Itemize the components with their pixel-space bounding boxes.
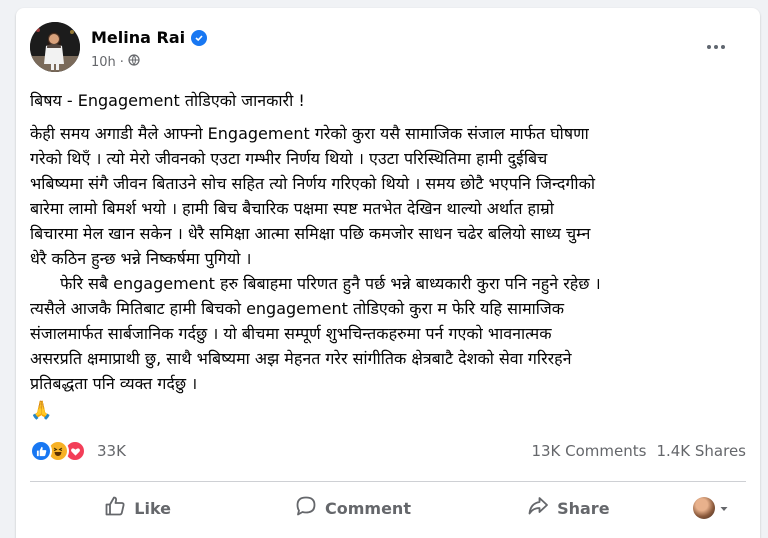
meta-separator: ·	[119, 54, 124, 70]
praying-hands-emoji: 🙏	[30, 400, 53, 421]
thumbs-up-icon	[104, 495, 126, 521]
post-header: Melina Rai 10h ·	[30, 22, 746, 78]
post-line: धेरै कठिन हुन्छ भन्ने निष्कर्षमा पुगियो …	[30, 249, 252, 268]
like-button[interactable]: Like	[30, 488, 245, 528]
comment-button[interactable]: Comment	[245, 488, 460, 528]
post-line: त्यसैले आजकै मितिबाट हामी बिचको engageme…	[30, 299, 565, 318]
comment-label: Comment	[325, 498, 411, 518]
post-line: फेरि सबै engagement हरु बिबाहमा परिणत हु…	[60, 274, 601, 293]
post-line: भबिष्यमा संगै जीवन बिताउने सोच सहित त्यो…	[30, 174, 596, 193]
stats-divider	[30, 481, 746, 482]
share-button[interactable]: Share	[461, 488, 676, 528]
verified-badge-icon	[191, 29, 208, 46]
viewer-avatar	[692, 497, 715, 519]
post-line: प्रतिबद्धता पनि व्यक्त गर्दछु ।	[30, 374, 198, 393]
like-label: Like	[134, 498, 172, 518]
post-timestamp[interactable]: 10h	[91, 55, 116, 70]
post-body: बिषय - Engagement तोडिएको जानकारी ! केही…	[30, 88, 746, 423]
like-reaction-icon	[30, 440, 52, 462]
share-label: Share	[557, 498, 610, 518]
more-options-icon[interactable]	[704, 38, 728, 56]
post-subject: बिषय - Engagement तोडिएको जानकारी !	[30, 91, 305, 110]
post-line: बारेमा लामो बिमर्श भयो । हामी बिच बैचारि…	[30, 199, 554, 218]
chevron-down-icon	[719, 499, 729, 518]
post-line: असरप्रति क्षमाप्राथी छु, साथै भबिष्यमा अ…	[30, 349, 572, 368]
post-line: संजालमार्फत सार्बजानिक गर्दछु । यो बीचमा…	[30, 324, 552, 343]
author-avatar[interactable]	[30, 22, 80, 72]
reaction-count[interactable]: 33K	[97, 442, 126, 460]
post-line: गरेको थिएँ । त्यो मेरो जीवनको एउटा गम्भी…	[30, 149, 548, 168]
post-line: बिचारमा मेल खान सकेन । धेरै समिक्षा आत्म…	[30, 224, 591, 243]
shares-count[interactable]: 1.4K Shares	[656, 442, 746, 460]
author-name[interactable]: Melina Rai	[91, 28, 208, 47]
post-card: Melina Rai 10h · बिषय - Engagement तोडिए…	[16, 8, 760, 538]
globe-icon[interactable]	[128, 54, 140, 70]
speech-bubble-icon	[295, 495, 317, 521]
post-actions: Like Comment Share	[30, 486, 746, 530]
reaction-summary[interactable]: 33K	[30, 440, 126, 462]
reaction-profile-selector[interactable]	[676, 497, 746, 519]
post-stats: 33K 13K Comments 1.4K Shares	[30, 438, 746, 464]
avatar-photo	[30, 22, 80, 72]
post-line: केही समय अगाडी मैले आफ्नो Engagement गरे…	[30, 124, 589, 143]
share-arrow-icon	[527, 495, 549, 521]
author-name-text[interactable]: Melina Rai	[91, 28, 185, 47]
comments-count[interactable]: 13K Comments	[531, 442, 646, 460]
post-meta: 10h ·	[91, 54, 140, 70]
